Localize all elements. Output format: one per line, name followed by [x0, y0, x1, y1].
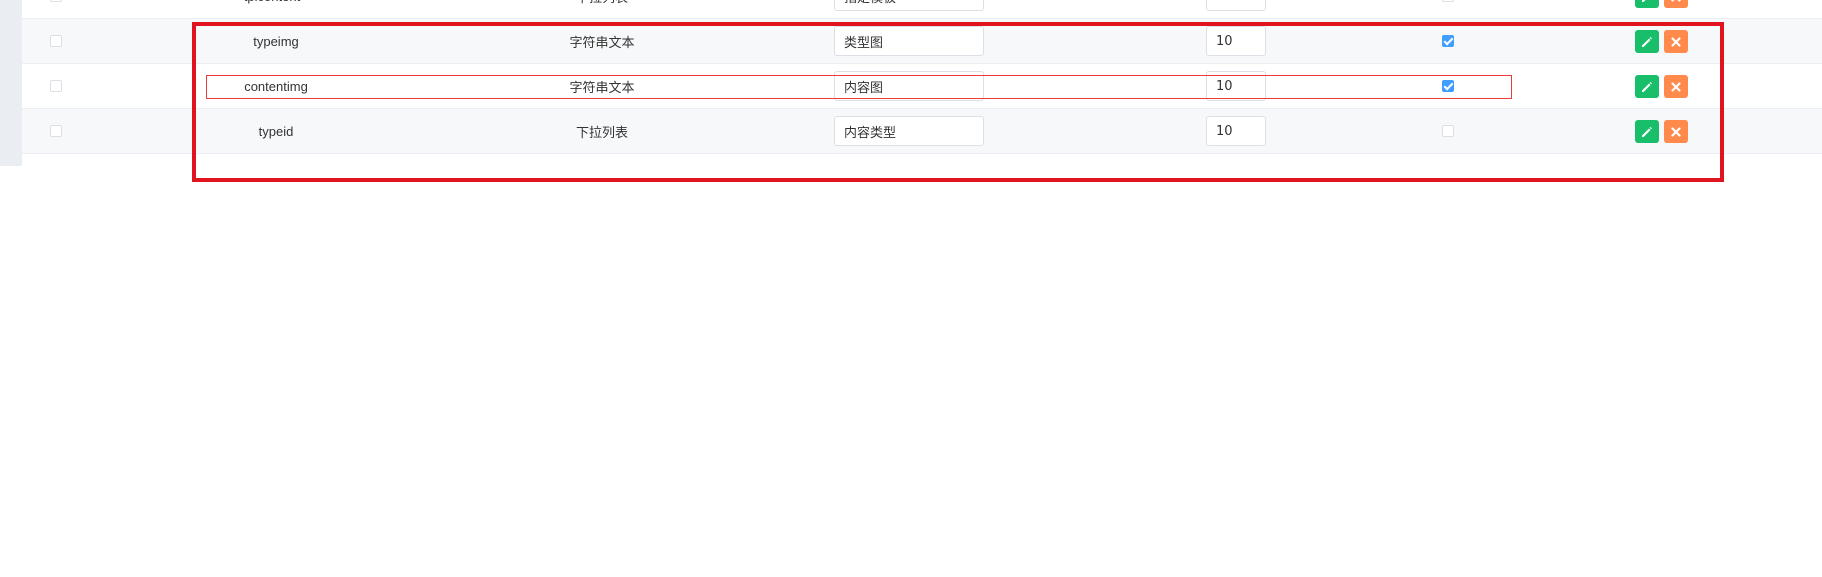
label-cell: 指定模板 — [834, 0, 984, 18]
required-checkbox[interactable] — [1442, 35, 1454, 47]
close-icon — [1671, 81, 1681, 92]
row-select-checkbox[interactable] — [50, 125, 62, 137]
required-cell — [1442, 64, 1454, 108]
required-cell — [1442, 19, 1454, 63]
field-name: typeimg — [253, 33, 299, 49]
field-name: typeid — [258, 123, 294, 139]
width-input[interactable]: 10 — [1206, 71, 1266, 101]
delete-button[interactable] — [1664, 0, 1688, 8]
delete-button[interactable] — [1664, 75, 1688, 98]
edit-button[interactable] — [1635, 120, 1659, 143]
edit-button[interactable] — [1635, 30, 1659, 53]
label-cell: 内容图 — [834, 64, 984, 108]
table-row: tplcontent 下拉列表 指定模板 10 — [22, 0, 1822, 19]
delete-button[interactable] — [1664, 30, 1688, 53]
width-cell: 10 — [1206, 109, 1266, 153]
width-cell: 10 — [1206, 64, 1266, 108]
table-row: contentimg 字符串文本 内容图 10 — [22, 64, 1822, 109]
pencil-icon — [1642, 81, 1652, 92]
label-input[interactable]: 指定模板 — [834, 0, 984, 11]
label-input[interactable]: 类型图 — [834, 26, 984, 56]
pencil-icon — [1642, 126, 1652, 137]
required-cell — [1442, 0, 1454, 18]
field-type: 字符串文本 — [569, 34, 635, 50]
row-select-checkbox[interactable] — [50, 0, 62, 2]
row-select-cell — [50, 19, 62, 63]
width-input[interactable]: 10 — [1206, 116, 1266, 146]
width-cell: 10 — [1206, 0, 1266, 18]
close-icon — [1671, 36, 1681, 47]
table-row: typeimg 字符串文本 类型图 10 — [22, 19, 1822, 64]
edit-button[interactable] — [1635, 75, 1659, 98]
field-name: tplcontent — [172, 0, 372, 18]
row-select-cell — [50, 64, 62, 108]
close-icon — [1671, 0, 1681, 2]
required-checkbox[interactable] — [1442, 0, 1454, 2]
row-select-cell — [50, 0, 62, 18]
edit-button[interactable] — [1635, 0, 1659, 8]
row-select-cell — [50, 109, 62, 153]
pencil-icon — [1642, 0, 1645, 2]
close-icon — [1671, 126, 1681, 137]
required-cell — [1442, 109, 1454, 153]
width-cell: 10 — [1206, 19, 1266, 63]
field-type: 下拉列表 — [575, 124, 628, 140]
table-row: typeid 下拉列表 内容类型 10 — [22, 109, 1822, 154]
row-select-checkbox[interactable] — [50, 35, 62, 47]
width-input[interactable]: 10 — [1206, 26, 1266, 56]
label-input[interactable]: 内容图 — [834, 71, 984, 101]
width-input[interactable]: 10 — [1206, 0, 1266, 11]
field-name: contentimg — [244, 78, 308, 94]
delete-button[interactable] — [1664, 120, 1688, 143]
row-select-checkbox[interactable] — [50, 80, 62, 92]
field-type: 字符串文本 — [569, 79, 635, 95]
pencil-icon — [1642, 36, 1652, 47]
label-cell: 内容类型 — [834, 109, 984, 153]
field-type: 下拉列表 — [502, 0, 702, 18]
required-checkbox[interactable] — [1442, 125, 1454, 137]
label-cell: 类型图 — [834, 19, 984, 63]
required-checkbox[interactable] — [1442, 80, 1454, 92]
label-input[interactable]: 内容类型 — [834, 116, 984, 146]
side-panel-edge — [0, 0, 22, 166]
